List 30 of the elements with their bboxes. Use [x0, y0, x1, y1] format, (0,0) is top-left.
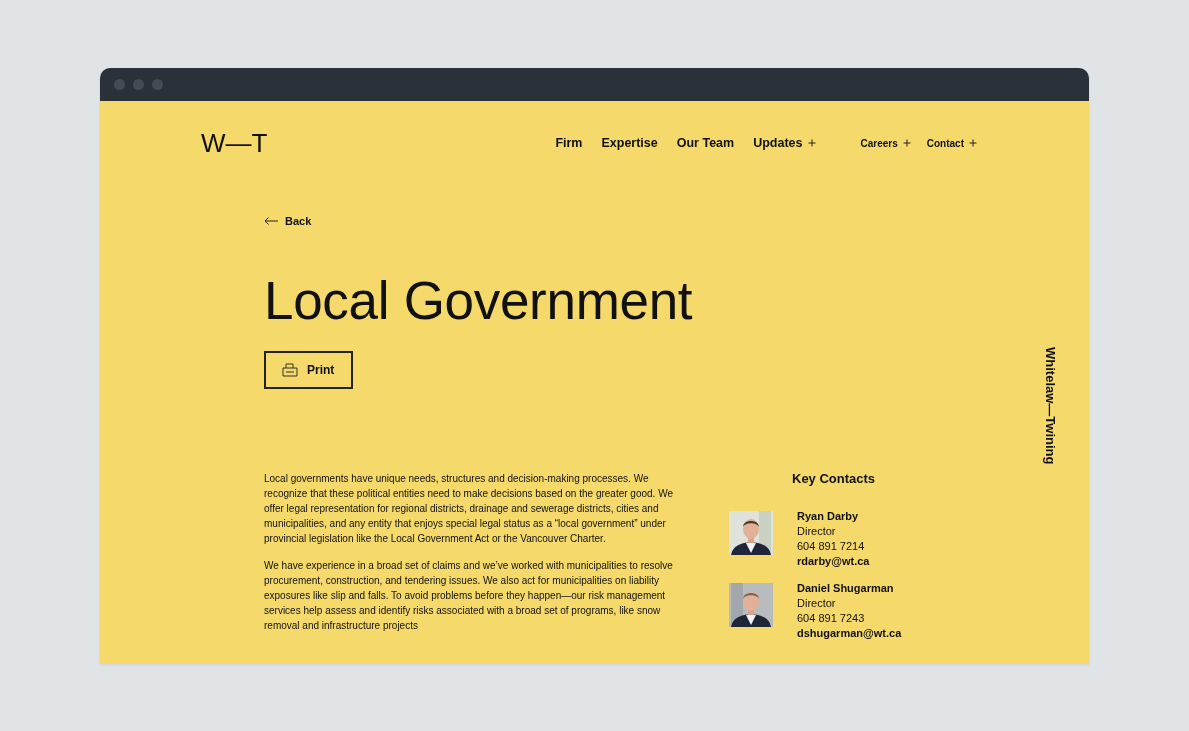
contact-name: Ryan Darby [797, 509, 860, 524]
body-paragraph: Local governments have unique needs, structures and decision-making processes. We recognize that these political entities need to make decisions based on the greater good. We offer legal representation for regional districts, drainage and sewerage districts, cities and municipalities, and any entity that enjoys special legal status as a “local government” under provincial legislation like the Local Government Act or the Vancouver Charter. [264, 472, 674, 546]
contact-name: Daniel Shugarman [797, 581, 895, 596]
page-title: Local Government [264, 271, 694, 331]
window-dot-icon [114, 79, 125, 90]
printer-icon [282, 363, 298, 377]
plus-icon [969, 139, 977, 147]
section-heading: Key Contacts [792, 471, 877, 487]
nav-link[interactable]: Contact [926, 137, 977, 149]
arrow-left-icon [264, 217, 279, 225]
contact-email[interactable]: rdarby@wt.ca [797, 554, 870, 569]
side-label: Whitelaw—Twining [1042, 347, 1058, 465]
contact-email[interactable]: dshugarman@wt.ca [797, 626, 902, 641]
print-button[interactable]: Print [264, 351, 353, 389]
back-link[interactable]: Back [264, 215, 312, 227]
plus-icon [807, 139, 816, 147]
nav-link[interactable]: Updates [753, 136, 816, 150]
contact-phone: 604 891 7214 [797, 539, 866, 554]
nav-link[interactable]: Expertise [601, 136, 658, 150]
nav-link[interactable]: Our Team [676, 136, 735, 150]
window-dot-icon [152, 79, 163, 90]
nav-link[interactable]: Careers [860, 137, 911, 149]
nav-link[interactable]: Firm [555, 136, 583, 150]
contact-role: Director [797, 596, 837, 611]
body-paragraph: We have experience in a broad set of claims and we’ve worked with municipalities to resolve procurement, construction, and tendering issues. We also act for municipalities on liability exposures like slip and falls. To avoid problems before they happen—our risk management services help assess and identify risks associated with a broad set of programs, like snow removal and infrastructure projects [264, 559, 674, 633]
plus-icon [902, 139, 911, 147]
window-dot-icon [133, 79, 144, 90]
contact-role: Director [797, 524, 837, 539]
contact-phone: 604 891 7243 [797, 611, 866, 626]
logo[interactable]: W—T [201, 130, 268, 156]
